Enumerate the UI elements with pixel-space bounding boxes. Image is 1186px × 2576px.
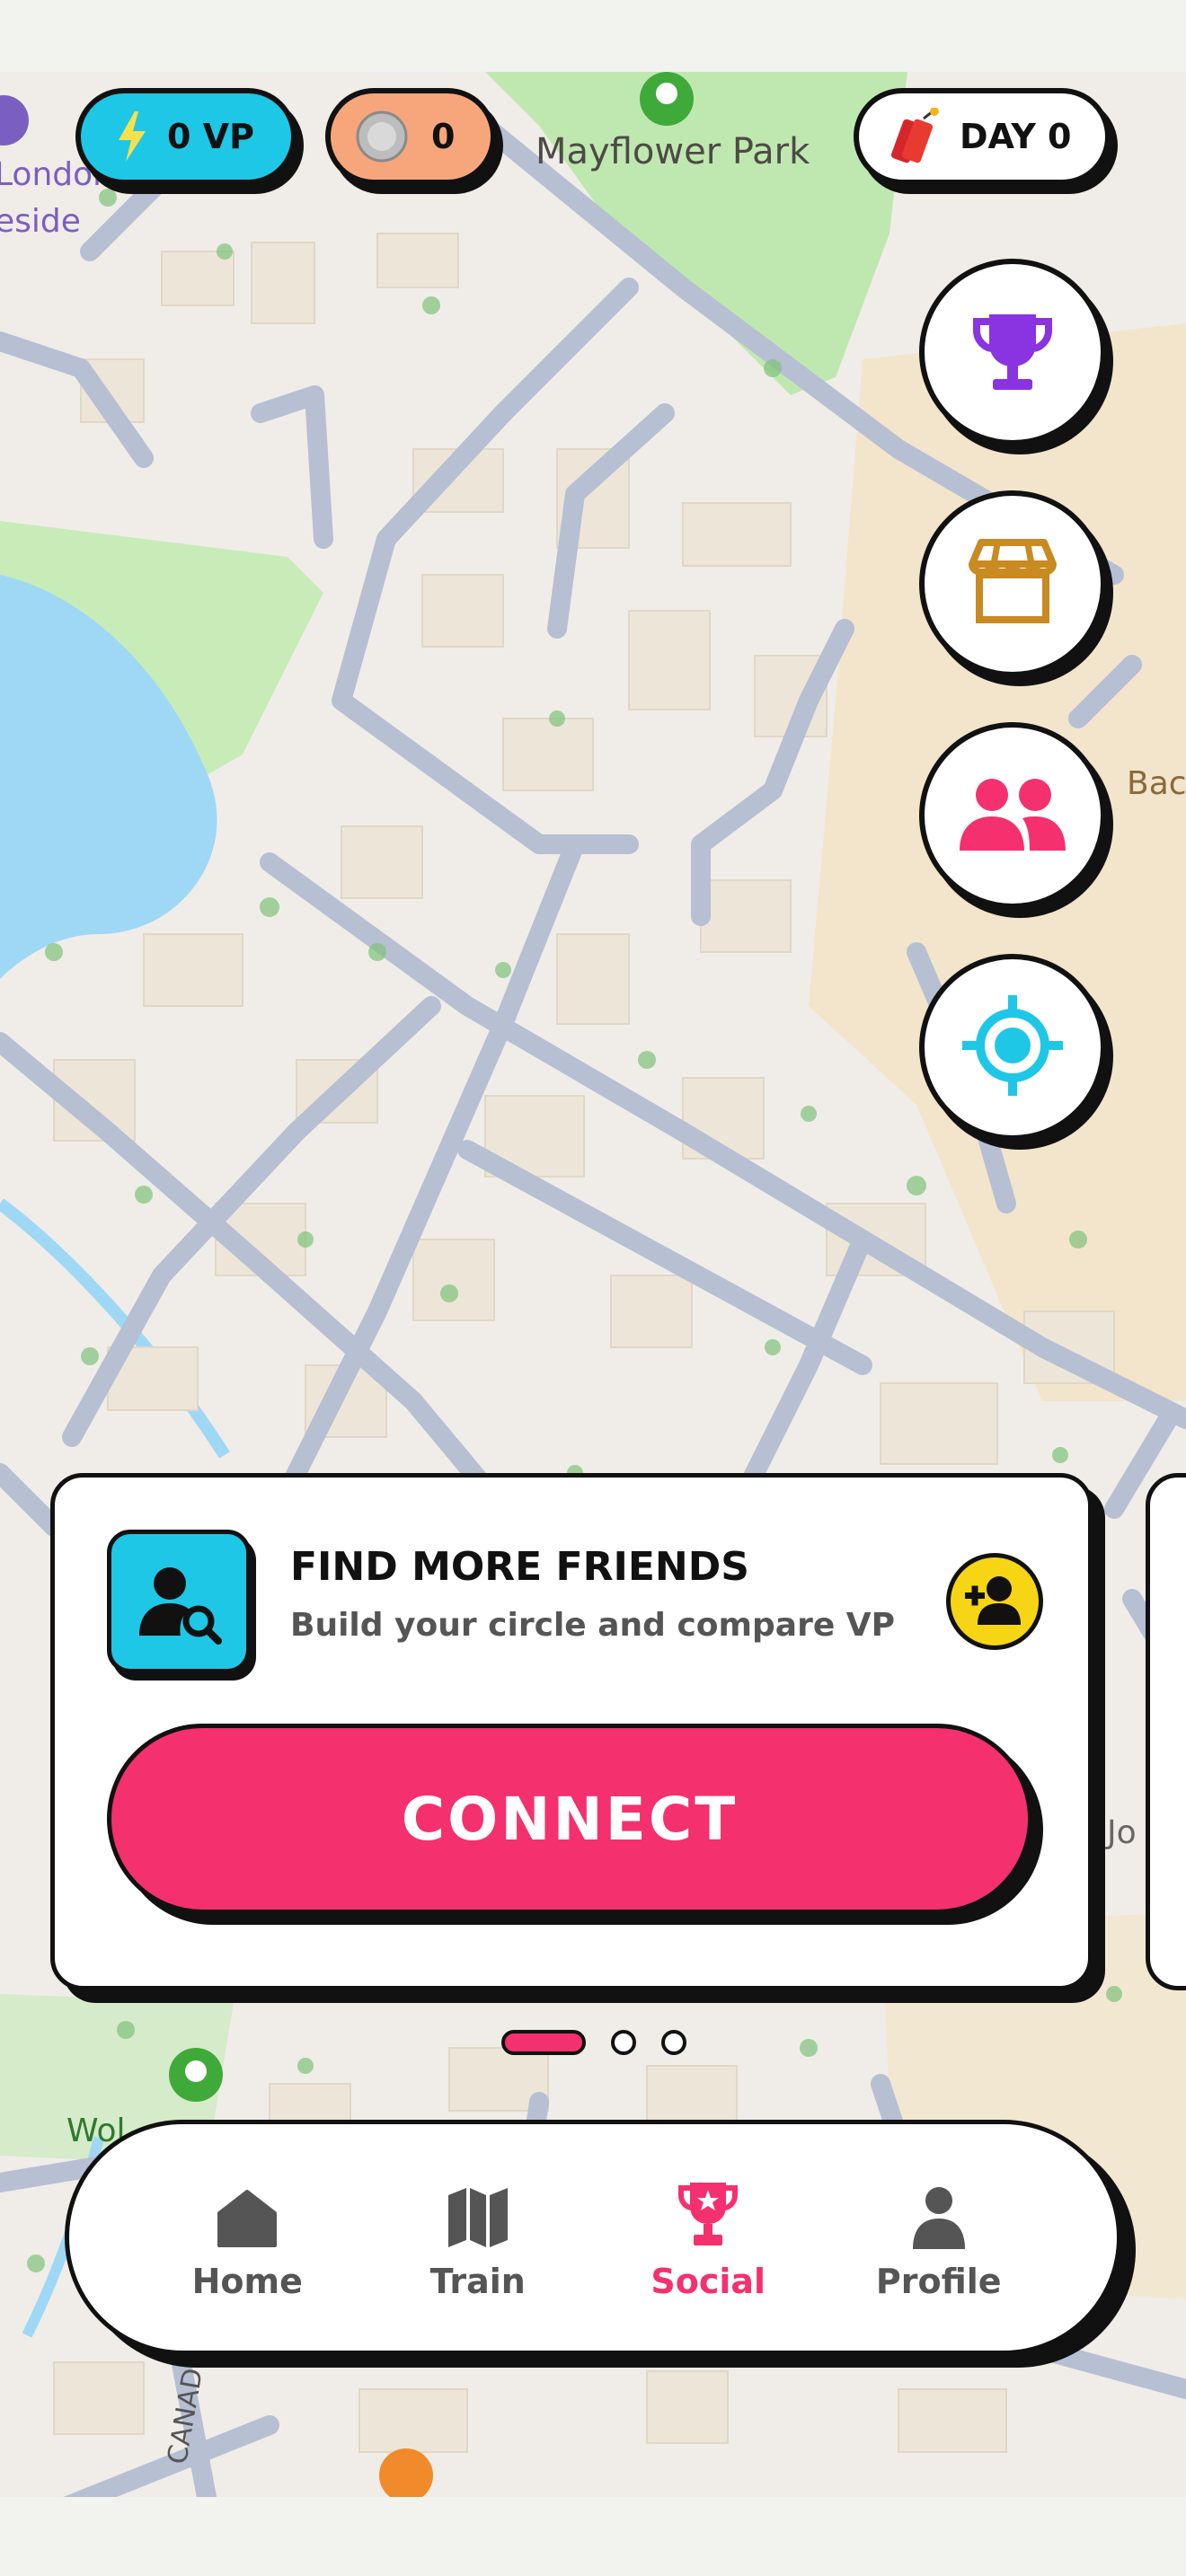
- vp-value: 0 VP: [167, 117, 254, 156]
- pager-dot[interactable]: [611, 2030, 636, 2055]
- connect-button[interactable]: CONNECT: [107, 1724, 1032, 1914]
- pager: [501, 2030, 686, 2055]
- friend-search-icon: [107, 1530, 251, 1673]
- trophy-icon: [966, 304, 1059, 401]
- nav-social-label: Social: [651, 2262, 766, 2301]
- pager-dot-active[interactable]: [501, 2030, 586, 2055]
- crosshair-icon: [959, 992, 1067, 1104]
- dynamite-icon: [891, 108, 942, 165]
- park-label: Mayflower Park: [535, 131, 810, 172]
- leaderboard-button[interactable]: [919, 259, 1106, 446]
- locate-button[interactable]: [919, 954, 1106, 1141]
- nav-home-label: Home: [191, 2262, 303, 2301]
- card-subtitle: Build your circle and compare VP: [290, 1607, 896, 1644]
- coin-icon: [356, 110, 408, 163]
- pager-dot[interactable]: [661, 2030, 686, 2055]
- vp-pill[interactable]: 0 VP: [75, 88, 296, 185]
- nav-train-label: Train: [429, 2262, 526, 2301]
- bottom-safe-area: [0, 2497, 1186, 2576]
- add-friend-button[interactable]: [946, 1553, 1043, 1650]
- store-icon: [963, 537, 1062, 631]
- shop-button[interactable]: [919, 490, 1106, 677]
- next-card-peek[interactable]: [1146, 1473, 1186, 1990]
- trophy-icon: [676, 2174, 740, 2249]
- people-icon: [954, 773, 1071, 859]
- day-pill[interactable]: DAY 0: [854, 88, 1111, 185]
- card-title: FIND MORE FRIENDS: [290, 1544, 749, 1590]
- nav-train[interactable]: Train: [397, 2174, 559, 2301]
- coin-value: 0: [431, 117, 456, 156]
- home-icon: [216, 2174, 279, 2249]
- add-person-icon: [963, 1573, 1026, 1631]
- person-icon: [911, 2174, 967, 2249]
- bottom-nav: Home Train Social Profile: [65, 2120, 1121, 2355]
- nav-profile-label: Profile: [875, 2262, 1002, 2301]
- lightning-icon: [117, 111, 147, 162]
- nav-profile[interactable]: Profile: [858, 2174, 1020, 2301]
- find-friends-card: FIND MORE FRIENDS Build your circle and …: [50, 1473, 1093, 1990]
- connect-button-label: CONNECT: [401, 1784, 739, 1854]
- nav-home[interactable]: Home: [166, 2174, 328, 2301]
- map-icon: [447, 2174, 509, 2249]
- friends-button[interactable]: [919, 722, 1106, 909]
- nav-social[interactable]: Social: [627, 2174, 789, 2301]
- map-label-right: Bac: [1127, 765, 1186, 802]
- map-label-right-lower: Jo: [1107, 1814, 1137, 1851]
- coin-pill[interactable]: 0: [325, 88, 496, 185]
- map-label-eside: eside: [0, 203, 81, 240]
- day-value: DAY 0: [960, 117, 1072, 156]
